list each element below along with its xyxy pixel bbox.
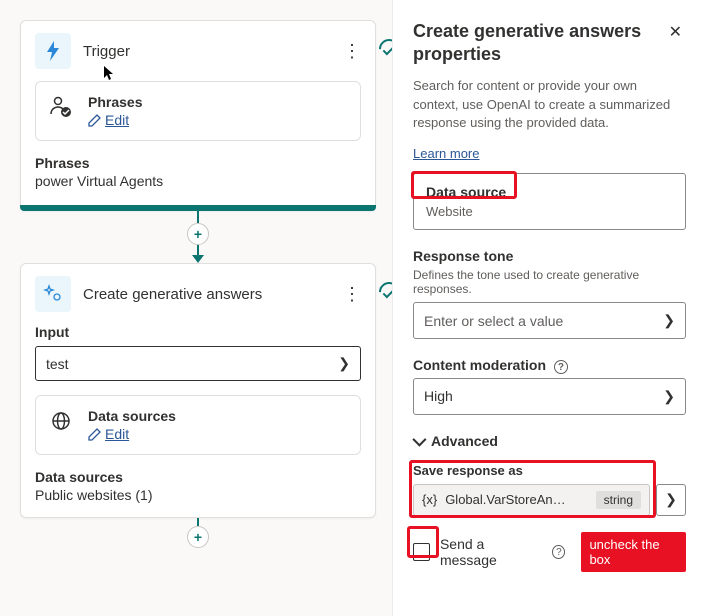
chevron-down-icon — [412, 432, 426, 446]
annotation-tag: uncheck the box — [581, 532, 686, 572]
data-source-label: Data source — [426, 184, 506, 200]
add-node-button[interactable]: + — [187, 526, 209, 548]
chevron-right-icon: ❯ — [338, 355, 350, 372]
phrases-label: Phrases — [88, 94, 142, 110]
data-sources-card[interactable]: Data sources Edit — [35, 395, 361, 455]
person-chat-icon — [50, 94, 76, 120]
sparkle-icon — [35, 276, 71, 312]
data-source-box[interactable]: Data source Website — [413, 173, 686, 230]
save-response-row: {x} Global.VarStoreAn… string ❯ — [413, 484, 686, 516]
trigger-title: Trigger — [83, 43, 331, 60]
content-moderation-select[interactable]: High ❯ — [413, 378, 686, 415]
phrases-card[interactable]: Phrases Edit — [35, 81, 361, 141]
check-icon — [375, 278, 392, 306]
generative-header: Create generative answers ⋮ — [21, 264, 375, 324]
send-message-label: Send a message — [440, 536, 538, 568]
variable-pill[interactable]: {x} Global.VarStoreAn… string — [413, 484, 650, 516]
add-node-button[interactable]: + — [187, 223, 209, 245]
panel-title: Create generative answers properties — [413, 20, 653, 67]
input-label: Input — [35, 324, 361, 340]
send-message-row: Send a message ? uncheck the box — [413, 532, 686, 572]
save-response-label: Save response as — [413, 463, 686, 478]
help-icon[interactable]: ? — [552, 545, 565, 559]
help-icon[interactable]: ? — [554, 360, 568, 374]
globe-icon — [50, 408, 76, 434]
input-section: Input test ❯ — [21, 324, 375, 395]
close-icon[interactable]: ✕ — [665, 20, 686, 44]
trigger-footer: Phrases power Virtual Agents — [21, 155, 375, 203]
data-sources-label: Data sources — [88, 408, 176, 424]
check-icon — [375, 35, 392, 63]
chevron-right-icon: ❯ — [665, 491, 677, 508]
authoring-canvas: Trigger ⋮ Phrases Edit Phrases power Vir… — [0, 0, 392, 616]
send-message-checkbox[interactable] — [413, 543, 430, 561]
trigger-icon — [35, 33, 71, 69]
connector: + — [20, 211, 376, 263]
variable-icon: {x} — [422, 492, 437, 507]
learn-more-link[interactable]: Learn more — [413, 146, 479, 161]
content-moderation-label: Content moderation ? — [413, 357, 686, 373]
variable-expand-button[interactable]: ❯ — [656, 484, 686, 516]
connector: + — [20, 518, 376, 548]
generative-more-menu[interactable]: ⋮ — [343, 288, 361, 300]
generative-node[interactable]: Create generative answers ⋮ Input test ❯… — [20, 263, 376, 518]
generative-title: Create generative answers — [83, 286, 331, 303]
chevron-right-icon: ❯ — [663, 312, 675, 329]
advanced-toggle[interactable]: Advanced — [413, 433, 686, 449]
trigger-more-menu[interactable]: ⋮ — [343, 45, 361, 57]
phrases-edit-link[interactable]: Edit — [88, 112, 142, 128]
pencil-icon — [88, 428, 101, 441]
pencil-icon — [88, 114, 101, 127]
generative-footer: Data sources Public websites (1) — [21, 469, 375, 517]
data-sources-edit-link[interactable]: Edit — [88, 426, 176, 442]
response-tone-select[interactable]: Enter or select a value ❯ — [413, 302, 686, 339]
panel-description: Search for content or provide your own c… — [413, 77, 686, 134]
input-field[interactable]: test ❯ — [35, 346, 361, 381]
trigger-header: Trigger ⋮ — [21, 21, 375, 81]
chevron-right-icon: ❯ — [663, 388, 675, 405]
data-source-value: Website — [426, 204, 673, 219]
arrow-down-icon — [192, 255, 204, 263]
response-tone-label: Response tone — [413, 248, 686, 264]
trigger-node[interactable]: Trigger ⋮ Phrases Edit Phrases power Vir… — [20, 20, 376, 211]
properties-panel: Create generative answers properties ✕ S… — [392, 0, 706, 616]
response-tone-desc: Defines the tone used to create generati… — [413, 268, 686, 296]
